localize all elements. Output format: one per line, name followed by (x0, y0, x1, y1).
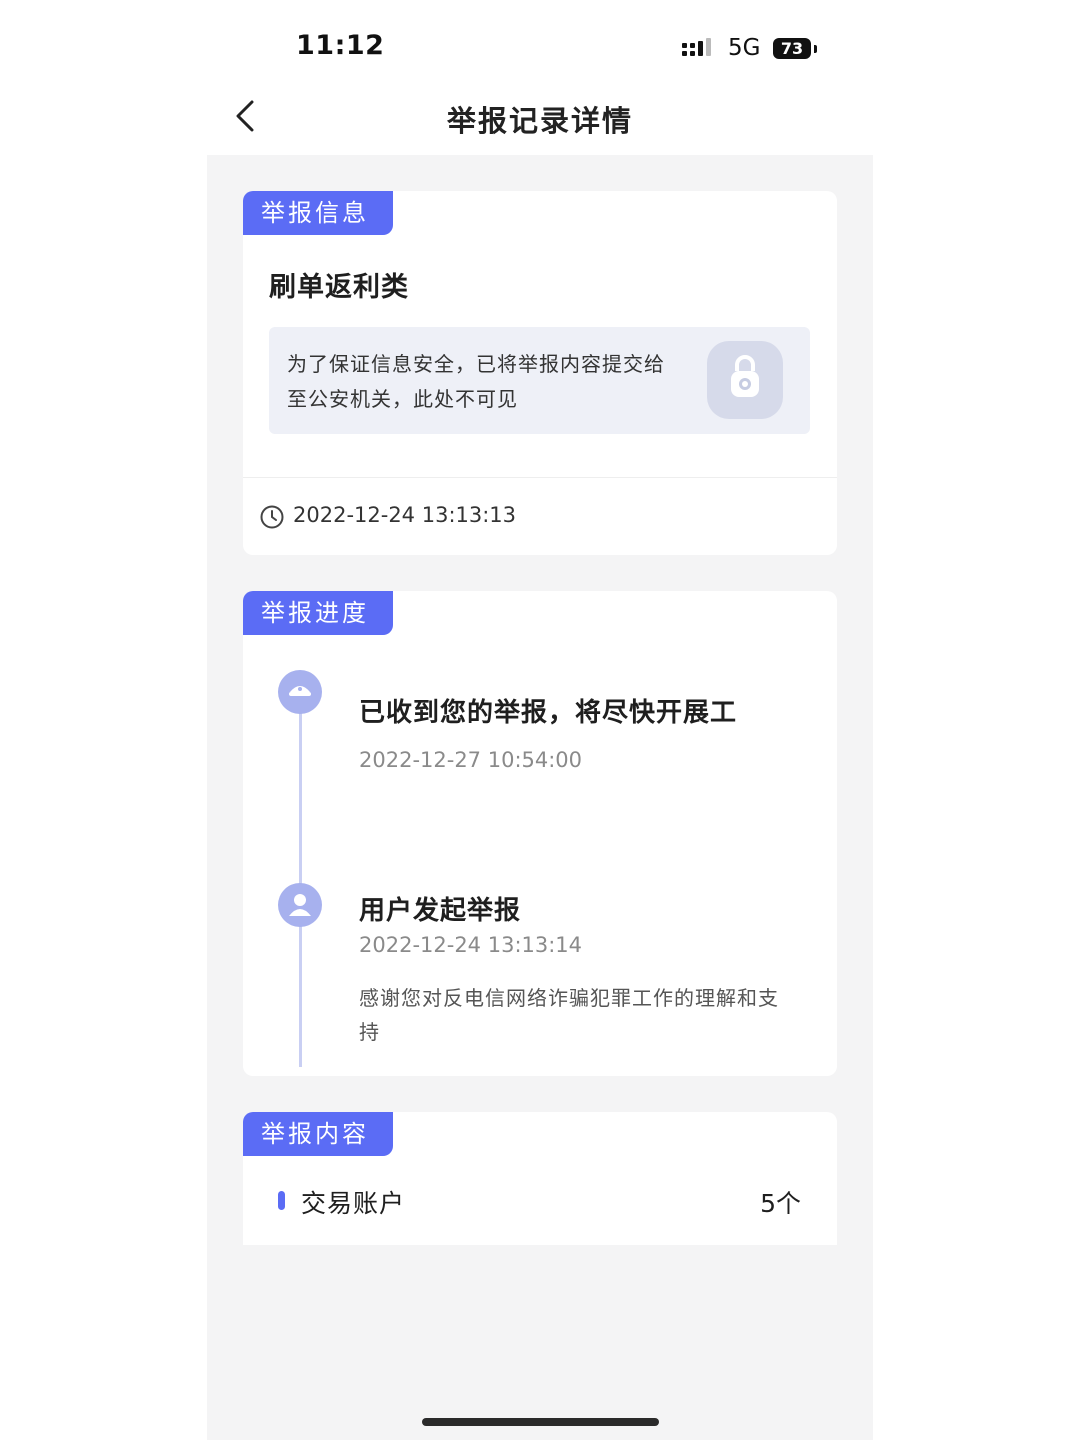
divider (243, 477, 837, 478)
page-title: 举报记录详情 (446, 104, 633, 138)
report-category: 刷单返利类 (269, 272, 409, 303)
battery-cap (814, 45, 817, 53)
report-content-tag: 举报内容 (243, 1112, 393, 1156)
step-title-submitted: 用户发起举报 (359, 896, 522, 926)
network-type: 5G (728, 35, 761, 61)
police-icon (278, 670, 322, 714)
privacy-notice: 为了保证信息安全，已将举报内容提交给至公安机关，此处不可见 (269, 327, 810, 434)
content-item-label[interactable]: 交易账户 (301, 1184, 405, 1220)
cellular-signal-icon (682, 38, 711, 56)
report-content-card: 举报内容 交易账户 5个 (243, 1112, 837, 1245)
clock-icon (260, 505, 284, 529)
step-time-received: 2022-12-27 10:54:00 (359, 748, 583, 772)
status-time: 11:12 (296, 30, 385, 61)
step-title-received: 已收到您的举报，将尽快开展工 (359, 698, 738, 728)
privacy-notice-text: 为了保证信息安全，已将举报内容提交给至公安机关，此处不可见 (287, 352, 665, 411)
item-marker (278, 1191, 285, 1210)
submitted-time: 2022-12-24 13:13:13 (293, 503, 517, 527)
battery-indicator: 73 (773, 38, 811, 59)
report-info-card: 举报信息 刷单返利类 为了保证信息安全，已将举报内容提交给至公安机关，此处不可见… (243, 191, 837, 555)
lock-icon (707, 341, 783, 419)
report-info-tag: 举报信息 (243, 191, 393, 235)
report-progress-card: 举报进度 已收到您的举报，将尽快开展工 2022-12-27 10:54:00 … (243, 591, 837, 1076)
user-icon (278, 883, 322, 927)
step-note-submitted: 感谢您对反电信网络诈骗犯罪工作的理解和支持 (359, 986, 779, 1044)
report-progress-tag: 举报进度 (243, 591, 393, 635)
step-time-submitted: 2022-12-24 13:13:14 (359, 933, 583, 957)
home-indicator[interactable] (422, 1418, 659, 1426)
timeline-line (299, 693, 302, 1067)
content-item-count: 5个 (760, 1189, 801, 1218)
